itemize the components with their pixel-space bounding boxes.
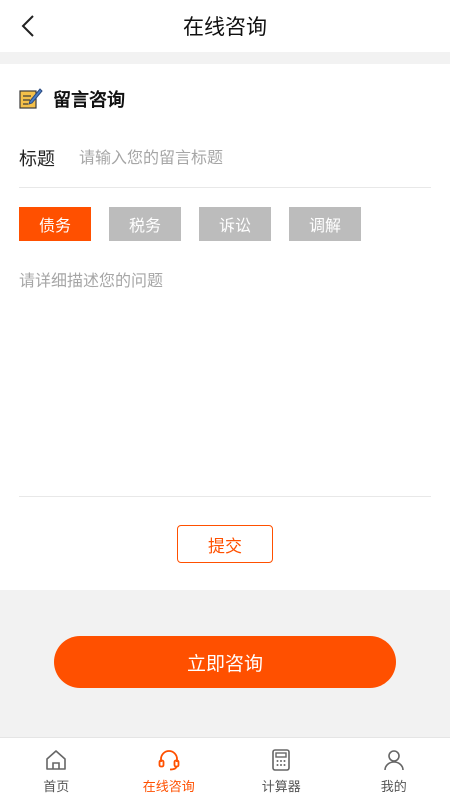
- consult-form-card: 留言咨询 标题 债务 税务 诉讼 调解 提交: [0, 64, 450, 590]
- user-icon: [383, 750, 404, 771]
- title-row: 标题: [19, 134, 431, 188]
- tab-online-consult[interactable]: 在线咨询: [113, 738, 226, 800]
- nav-bar: 在线咨询: [0, 0, 450, 52]
- consult-now-button[interactable]: 立即咨询: [54, 636, 396, 688]
- home-icon: [46, 750, 67, 770]
- tag-debt[interactable]: 债务: [19, 207, 91, 241]
- tab-bar: 首页 在线咨询 计算器 我的: [0, 737, 450, 800]
- tag-mediation[interactable]: 调解: [289, 207, 361, 241]
- tag-tax[interactable]: 税务: [109, 207, 181, 241]
- tab-mine-label: 我的: [380, 780, 407, 795]
- note-pen-icon: [19, 88, 43, 109]
- back-button[interactable]: [10, 8, 46, 44]
- page-title: 在线咨询: [183, 15, 267, 39]
- headset-icon: [158, 750, 180, 771]
- submit-button[interactable]: 提交: [177, 525, 273, 563]
- tab-online-consult-label: 在线咨询: [142, 780, 195, 795]
- tag-litigation[interactable]: 诉讼: [199, 207, 271, 241]
- chevron-left-icon: [21, 15, 34, 37]
- tab-calculator[interactable]: 计算器: [225, 738, 338, 800]
- calculator-icon: [272, 749, 291, 771]
- section-header: 留言咨询: [19, 86, 125, 112]
- tab-home-label: 首页: [43, 780, 70, 795]
- tab-mine[interactable]: 我的: [338, 738, 450, 800]
- tab-home[interactable]: 首页: [0, 738, 113, 800]
- title-label: 标题: [19, 148, 55, 170]
- description-textarea[interactable]: [19, 267, 431, 497]
- title-input[interactable]: [79, 148, 431, 167]
- category-tags: 债务 税务 诉讼 调解: [19, 207, 361, 241]
- tab-calculator-label: 计算器: [261, 780, 301, 795]
- section-title: 留言咨询: [53, 90, 125, 111]
